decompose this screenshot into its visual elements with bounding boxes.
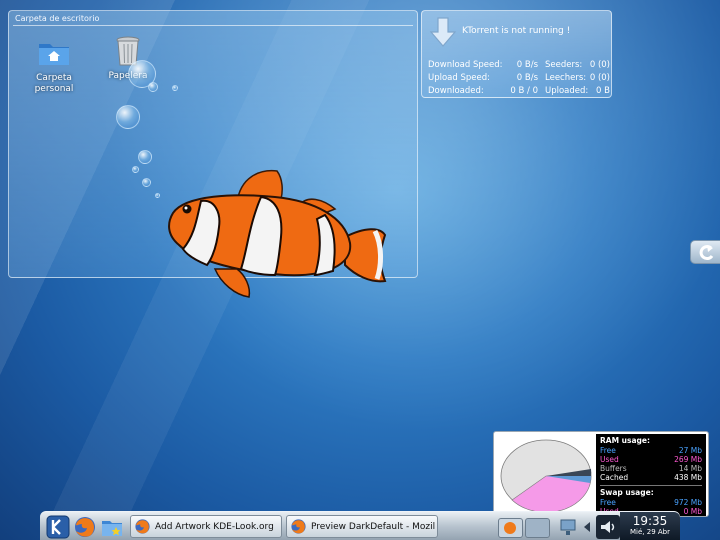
firefox-icon [291,519,306,534]
system-monitor-widget[interactable]: RAM usage: Free 27 Mb Used 269 Mb Buffer… [493,431,709,517]
bubble-decoration [142,178,151,187]
stat-label: Uploaded: [545,86,589,96]
kde-logo-icon [46,515,70,539]
speaker-icon [601,521,615,533]
firefox-launcher[interactable] [73,515,97,539]
ktorrent-widget[interactable]: KTorrent is not running ! Download Speed… [421,10,612,98]
stat-label: Download Speed: [428,60,503,70]
task-button[interactable]: Preview DarkDefault - Mozil [286,515,438,538]
bubble-decoration [172,85,178,91]
folder-view-divider [13,25,413,26]
clownfish-wallpaper-image [168,169,387,298]
ktorrent-stat-row: Downloaded: 0 B / 0 Uploaded: 0 B [428,85,610,98]
digital-clock[interactable]: 19:35 Mié, 29 Abr [620,512,680,540]
stat-label: Downloaded: [428,86,484,96]
stat-value: 0 B/s [516,60,538,70]
volume-tray-button[interactable] [596,515,620,539]
kde-menu-button[interactable] [46,515,70,539]
ktorrent-status: KTorrent is not running ! [462,26,571,36]
download-arrow-icon [429,17,457,47]
stat-value: 0 B / 0 [510,86,538,96]
stat-value: 0 (0) [589,73,610,83]
network-icon [560,519,576,535]
tray-expand-button[interactable] [580,515,594,539]
task-button[interactable]: Add Artwork KDE-Look.org [130,515,282,538]
folder-star-icon [102,521,122,536]
stat-label: Leechers: [545,73,587,83]
swap-usage-title: Swap usage: [600,488,654,497]
bubble-decoration [116,105,140,129]
memory-stats-panel: RAM usage: Free 27 Mb Used 269 Mb Buffer… [596,434,706,516]
memory-pie-chart [500,439,592,513]
ktorrent-stat-row: Download Speed: 0 B/s Seeders: 0 (0) [428,59,610,72]
ktorrent-stats: Download Speed: 0 B/s Seeders: 0 (0) Upl… [428,59,610,98]
clock-time: 19:35 [632,514,668,528]
stat-value: 0 B [596,86,610,96]
desktop-icon-label: Carpeta [36,73,72,83]
swap-row-free: Free 972 Mb [600,498,702,507]
desktop-icon-home-folder[interactable]: Carpeta personal [19,36,89,95]
firefox-icon [75,517,95,537]
bubble-decoration [155,193,160,198]
arrow-left-icon [584,522,590,532]
ram-row-cached: Cached 438 Mb [600,473,702,482]
stat-value: 0 (0) [589,60,610,70]
taskbar-panel: Add Artwork KDE-Look.org Preview DarkDef… [40,511,680,540]
firefox-icon [135,519,150,534]
task-label: Add Artwork KDE-Look.org [155,521,274,532]
folder-view-title: Carpeta de escritorio [15,14,100,23]
home-folder-icon [37,36,71,70]
network-tray-icon-button[interactable] [556,515,580,539]
desktop-icon-label: personal [34,84,74,94]
ram-row-buffers: Buffers 14 Mb [600,464,702,473]
clock-date: Mié, 29 Abr [630,528,670,536]
task-label: Preview DarkDefault - Mozil [311,521,436,532]
firefox-mini-icon [504,522,516,534]
bubble-decoration [132,166,139,173]
ram-usage-title: RAM usage: [600,436,650,445]
stat-value: 0 B/s [516,73,538,83]
stat-label: Upload Speed: [428,73,490,83]
ktorrent-stat-row: Upload Speed: 0 B/s Leechers: 0 (0) [428,72,610,85]
panel-toolbox-handle[interactable] [690,240,720,264]
stat-label: Seeders: [545,60,583,70]
pager-desktop-2[interactable] [525,518,550,538]
ram-row-used: Used 269 Mb [600,455,702,464]
stats-divider [600,485,702,486]
ram-row-free: Free 27 Mb [600,446,702,455]
toolbox-arrow-icon [699,245,714,261]
pager-desktop-1[interactable] [498,518,523,538]
file-manager-launcher[interactable] [100,515,124,539]
bubble-decoration [148,82,158,92]
bubble-decoration [138,150,152,164]
